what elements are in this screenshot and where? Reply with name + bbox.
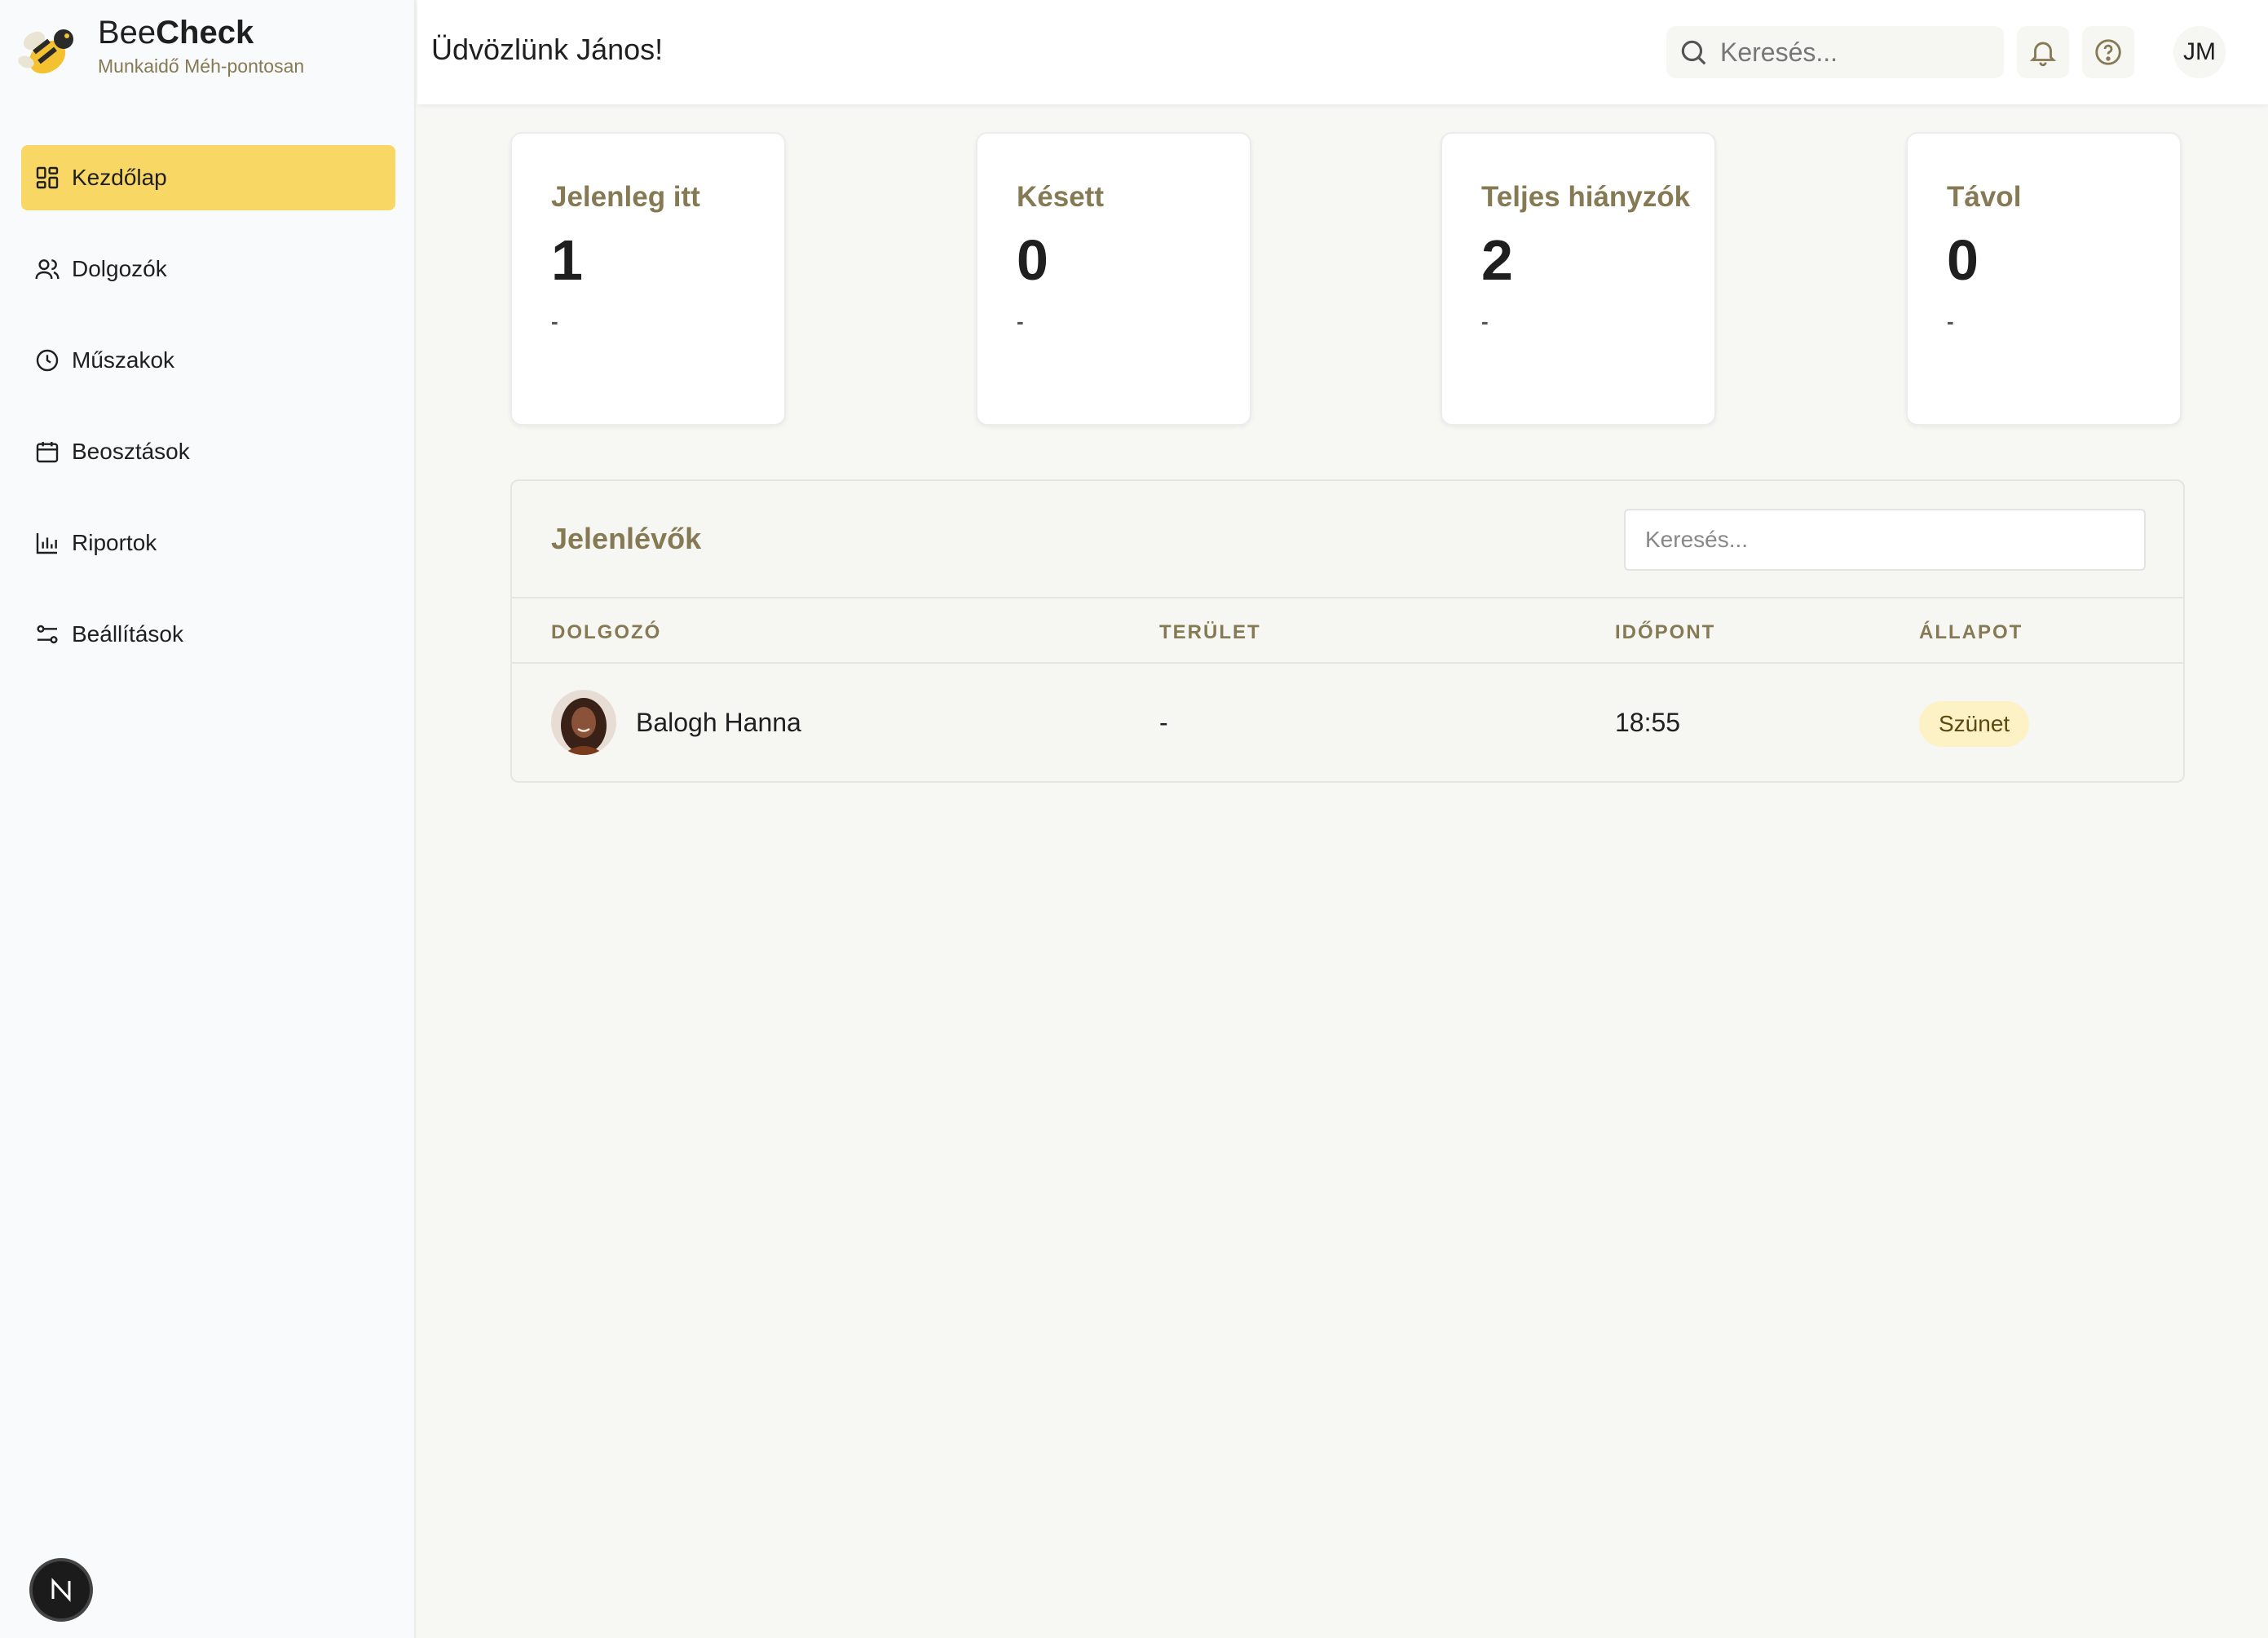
sidebar-item-label: Kezdőlap — [72, 165, 167, 190]
stat-card-away: Távol 0 - — [1906, 132, 2182, 426]
sidebar-item-label: Beosztások — [72, 439, 190, 464]
stat-value: 0 — [1947, 228, 1979, 292]
top-header: Üdvözlünk János! JM — [417, 0, 2268, 104]
clock-icon — [34, 347, 60, 373]
n-logo-icon — [51, 1578, 71, 1602]
stat-card-late: Késett 0 - — [976, 132, 1251, 426]
welcome-message: Üdvözlünk János! — [431, 33, 664, 66]
sidebar-item-label: Műszakok — [72, 347, 175, 373]
bee-logo-icon — [18, 29, 73, 74]
employee-avatar — [551, 690, 616, 755]
attendees-search-input[interactable] — [1624, 509, 2146, 571]
stat-title: Jelenleg itt — [551, 181, 700, 213]
brand-title: BeeCheck — [98, 15, 254, 51]
stat-value: 2 — [1481, 228, 1513, 292]
employee-area: - — [1159, 708, 1168, 737]
bar-chart-icon — [34, 530, 60, 556]
column-header-area[interactable]: TERÜLET — [1159, 621, 1261, 644]
dashboard-icon — [34, 165, 60, 191]
sidebar-item-label: Beállítások — [72, 621, 183, 647]
stat-title: Késett — [1017, 181, 1104, 213]
sidebar-item-riportok[interactable]: Riportok — [21, 510, 395, 576]
users-icon — [34, 256, 60, 282]
sidebar-nav: Kezdőlap Dolgozók Műszakok Beosztások Ri… — [21, 145, 395, 693]
stat-subtext: - — [1481, 309, 1489, 333]
employee-name: Balogh Hanna — [636, 708, 801, 737]
table-row[interactable]: Balogh Hanna - 18:55 Szünet — [512, 664, 2183, 781]
sidebar-item-label: Riportok — [72, 530, 157, 555]
stat-value: 1 — [551, 228, 583, 292]
global-search-input[interactable] — [1720, 37, 1997, 68]
stat-subtext: - — [551, 309, 558, 333]
column-header-status[interactable]: ÁLLAPOT — [1919, 621, 2023, 644]
column-header-time[interactable]: IDŐPONT — [1615, 621, 1715, 644]
table-header: DOLGOZÓ TERÜLET IDŐPONT ÁLLAPOT — [512, 597, 2183, 664]
stat-title: Távol — [1947, 181, 2022, 213]
attendees-panel: Jelenlévők DOLGOZÓ TERÜLET IDŐPONT ÁLLAP… — [510, 479, 2185, 783]
stat-card-present: Jelenleg itt 1 - — [510, 132, 786, 426]
search-icon — [1681, 40, 1706, 65]
user-avatar[interactable]: JM — [2173, 26, 2226, 78]
stat-title: Teljes hiányzók — [1481, 181, 1691, 213]
column-header-employee[interactable]: DOLGOZÓ — [551, 621, 661, 644]
help-icon — [2095, 39, 2121, 65]
sidebar-item-beallitasok[interactable]: Beállítások — [21, 602, 395, 667]
brand-tagline: Munkaidő Méh-pontosan — [98, 55, 305, 77]
sidebar-item-kezdolap[interactable]: Kezdőlap — [21, 145, 395, 210]
sidebar: BeeCheck Munkaidő Méh-pontosan Kezdőlap … — [0, 0, 416, 1638]
sidebar-item-label: Dolgozók — [72, 256, 167, 281]
stat-subtext: - — [1017, 309, 1024, 333]
status-badge: Szünet — [1919, 701, 2030, 747]
sidebar-item-dolgozok[interactable]: Dolgozók — [21, 236, 395, 302]
stat-value: 0 — [1017, 228, 1048, 292]
sidebar-item-muszakok[interactable]: Műszakok — [21, 328, 395, 393]
stat-card-absent-total: Teljes hiányzók 2 - — [1441, 132, 1716, 426]
notifications-button[interactable] — [2017, 26, 2069, 78]
attendees-title: Jelenlévők — [551, 522, 702, 555]
calendar-icon — [34, 439, 60, 465]
bell-icon — [2029, 42, 2057, 67]
employee-time: 18:55 — [1615, 708, 1681, 737]
global-search[interactable] — [1666, 26, 2004, 78]
n-badge-button[interactable] — [29, 1558, 93, 1622]
sidebar-item-beosztasok[interactable]: Beosztások — [21, 419, 395, 484]
settings-sliders-icon — [34, 621, 60, 647]
stat-subtext: - — [1947, 309, 1954, 333]
help-button[interactable] — [2082, 26, 2134, 78]
